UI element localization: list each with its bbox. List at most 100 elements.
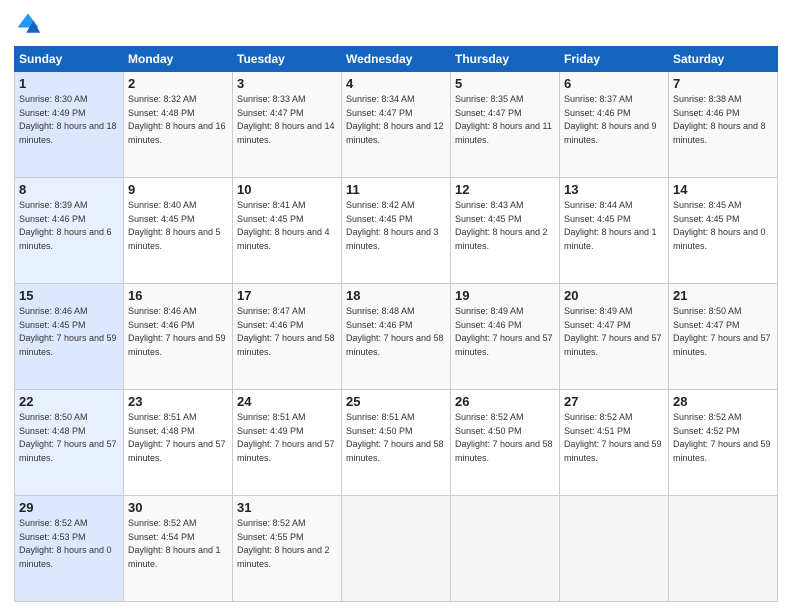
day-info: Sunrise: 8:50 AMSunset: 4:47 PMDaylight:… (673, 305, 773, 359)
day-info: Sunrise: 8:51 AMSunset: 4:48 PMDaylight:… (128, 411, 228, 465)
day-info: Sunrise: 8:47 AMSunset: 4:46 PMDaylight:… (237, 305, 337, 359)
day-info: Sunrise: 8:35 AMSunset: 4:47 PMDaylight:… (455, 93, 555, 147)
day-header-friday: Friday (560, 47, 669, 72)
header (14, 10, 778, 38)
day-info: Sunrise: 8:42 AMSunset: 4:45 PMDaylight:… (346, 199, 446, 253)
day-info: Sunrise: 8:50 AMSunset: 4:48 PMDaylight:… (19, 411, 119, 465)
calendar-cell: 22 Sunrise: 8:50 AMSunset: 4:48 PMDayligh… (15, 390, 124, 496)
day-number: 20 (564, 288, 664, 303)
day-info: Sunrise: 8:32 AMSunset: 4:48 PMDaylight:… (128, 93, 228, 147)
day-info: Sunrise: 8:46 AMSunset: 4:45 PMDaylight:… (19, 305, 119, 359)
day-number: 7 (673, 76, 773, 91)
day-number: 13 (564, 182, 664, 197)
day-info: Sunrise: 8:48 AMSunset: 4:46 PMDaylight:… (346, 305, 446, 359)
day-number: 23 (128, 394, 228, 409)
day-number: 2 (128, 76, 228, 91)
calendar-cell: 30 Sunrise: 8:52 AMSunset: 4:54 PMDayligh… (124, 496, 233, 602)
calendar-cell (342, 496, 451, 602)
calendar-week-4: 22 Sunrise: 8:50 AMSunset: 4:48 PMDayligh… (15, 390, 778, 496)
day-number: 5 (455, 76, 555, 91)
day-header-tuesday: Tuesday (233, 47, 342, 72)
calendar-cell: 1 Sunrise: 8:30 AMSunset: 4:49 PMDaylight… (15, 72, 124, 178)
day-info: Sunrise: 8:34 AMSunset: 4:47 PMDaylight:… (346, 93, 446, 147)
calendar-cell: 15 Sunrise: 8:46 AMSunset: 4:45 PMDayligh… (15, 284, 124, 390)
day-number: 19 (455, 288, 555, 303)
calendar-cell: 17 Sunrise: 8:47 AMSunset: 4:46 PMDayligh… (233, 284, 342, 390)
day-info: Sunrise: 8:37 AMSunset: 4:46 PMDaylight:… (564, 93, 664, 147)
calendar-cell: 24 Sunrise: 8:51 AMSunset: 4:49 PMDayligh… (233, 390, 342, 496)
day-header-wednesday: Wednesday (342, 47, 451, 72)
calendar-cell: 8 Sunrise: 8:39 AMSunset: 4:46 PMDaylight… (15, 178, 124, 284)
day-info: Sunrise: 8:52 AMSunset: 4:50 PMDaylight:… (455, 411, 555, 465)
logo-icon (14, 10, 42, 38)
day-number: 16 (128, 288, 228, 303)
calendar-cell: 26 Sunrise: 8:52 AMSunset: 4:50 PMDayligh… (451, 390, 560, 496)
day-info: Sunrise: 8:38 AMSunset: 4:46 PMDaylight:… (673, 93, 773, 147)
calendar-cell: 6 Sunrise: 8:37 AMSunset: 4:46 PMDaylight… (560, 72, 669, 178)
day-number: 3 (237, 76, 337, 91)
day-info: Sunrise: 8:49 AMSunset: 4:47 PMDaylight:… (564, 305, 664, 359)
calendar-cell: 23 Sunrise: 8:51 AMSunset: 4:48 PMDayligh… (124, 390, 233, 496)
day-info: Sunrise: 8:41 AMSunset: 4:45 PMDaylight:… (237, 199, 337, 253)
calendar-cell: 29Sunrise: 8:52 AMSunset: 4:53 PMDayligh… (15, 496, 124, 602)
calendar-cell: 16 Sunrise: 8:46 AMSunset: 4:46 PMDayligh… (124, 284, 233, 390)
day-number: 8 (19, 182, 119, 197)
day-number: 26 (455, 394, 555, 409)
day-number: 6 (564, 76, 664, 91)
day-info: Sunrise: 8:52 AMSunset: 4:52 PMDaylight:… (673, 411, 773, 465)
day-info: Sunrise: 8:49 AMSunset: 4:46 PMDaylight:… (455, 305, 555, 359)
day-info: Sunrise: 8:46 AMSunset: 4:46 PMDaylight:… (128, 305, 228, 359)
logo (14, 10, 46, 38)
day-info: Sunrise: 8:40 AMSunset: 4:45 PMDaylight:… (128, 199, 228, 253)
day-number: 18 (346, 288, 446, 303)
day-header-thursday: Thursday (451, 47, 560, 72)
day-info: Sunrise: 8:52 AMSunset: 4:55 PMDaylight:… (237, 517, 337, 571)
calendar-cell: 10Sunrise: 8:41 AMSunset: 4:45 PMDayligh… (233, 178, 342, 284)
calendar-cell: 11 Sunrise: 8:42 AMSunset: 4:45 PMDayligh… (342, 178, 451, 284)
day-info: Sunrise: 8:51 AMSunset: 4:49 PMDaylight:… (237, 411, 337, 465)
calendar-cell: 21 Sunrise: 8:50 AMSunset: 4:47 PMDayligh… (669, 284, 778, 390)
day-number: 24 (237, 394, 337, 409)
calendar-cell: 2 Sunrise: 8:32 AMSunset: 4:48 PMDaylight… (124, 72, 233, 178)
day-number: 1 (19, 76, 119, 91)
day-info: Sunrise: 8:45 AMSunset: 4:45 PMDaylight:… (673, 199, 773, 253)
calendar-cell: 4Sunrise: 8:34 AMSunset: 4:47 PMDaylight… (342, 72, 451, 178)
calendar-cell: 25 Sunrise: 8:51 AMSunset: 4:50 PMDayligh… (342, 390, 451, 496)
calendar-cell: 12 Sunrise: 8:43 AMSunset: 4:45 PMDayligh… (451, 178, 560, 284)
calendar-cell: 13Sunrise: 8:44 AMSunset: 4:45 PMDayligh… (560, 178, 669, 284)
calendar-week-1: 1 Sunrise: 8:30 AMSunset: 4:49 PMDaylight… (15, 72, 778, 178)
day-number: 14 (673, 182, 773, 197)
day-info: Sunrise: 8:52 AMSunset: 4:51 PMDaylight:… (564, 411, 664, 465)
calendar-cell: 14 Sunrise: 8:45 AMSunset: 4:45 PMDayligh… (669, 178, 778, 284)
calendar-cell: 19 Sunrise: 8:49 AMSunset: 4:46 PMDayligh… (451, 284, 560, 390)
calendar-cell: 20 Sunrise: 8:49 AMSunset: 4:47 PMDayligh… (560, 284, 669, 390)
day-header-monday: Monday (124, 47, 233, 72)
day-number: 30 (128, 500, 228, 515)
day-info: Sunrise: 8:52 AMSunset: 4:54 PMDaylight:… (128, 517, 228, 571)
day-number: 12 (455, 182, 555, 197)
day-info: Sunrise: 8:51 AMSunset: 4:50 PMDaylight:… (346, 411, 446, 465)
day-info: Sunrise: 8:33 AMSunset: 4:47 PMDaylight:… (237, 93, 337, 147)
day-number: 17 (237, 288, 337, 303)
day-header-saturday: Saturday (669, 47, 778, 72)
calendar-cell: 9Sunrise: 8:40 AMSunset: 4:45 PMDaylight… (124, 178, 233, 284)
day-info: Sunrise: 8:39 AMSunset: 4:46 PMDaylight:… (19, 199, 119, 253)
day-number: 22 (19, 394, 119, 409)
day-header-sunday: Sunday (15, 47, 124, 72)
page: SundayMondayTuesdayWednesdayThursdayFrid… (0, 0, 792, 612)
calendar-table: SundayMondayTuesdayWednesdayThursdayFrid… (14, 46, 778, 602)
day-number: 28 (673, 394, 773, 409)
calendar-header-row: SundayMondayTuesdayWednesdayThursdayFrid… (15, 47, 778, 72)
day-number: 11 (346, 182, 446, 197)
day-number: 27 (564, 394, 664, 409)
calendar-week-2: 8 Sunrise: 8:39 AMSunset: 4:46 PMDaylight… (15, 178, 778, 284)
calendar-cell (451, 496, 560, 602)
calendar-cell: 7 Sunrise: 8:38 AMSunset: 4:46 PMDaylight… (669, 72, 778, 178)
day-number: 21 (673, 288, 773, 303)
calendar-cell (669, 496, 778, 602)
day-number: 25 (346, 394, 446, 409)
day-info: Sunrise: 8:43 AMSunset: 4:45 PMDaylight:… (455, 199, 555, 253)
day-info: Sunrise: 8:30 AMSunset: 4:49 PMDaylight:… (19, 93, 119, 147)
day-number: 15 (19, 288, 119, 303)
calendar-cell: 28 Sunrise: 8:52 AMSunset: 4:52 PMDayligh… (669, 390, 778, 496)
